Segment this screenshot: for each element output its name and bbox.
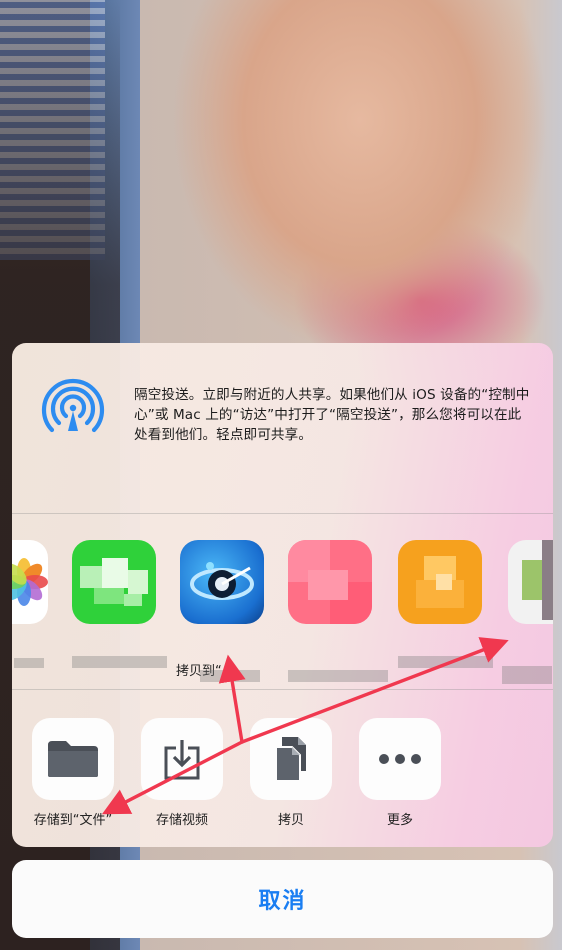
- cancel-button[interactable]: 取消: [12, 860, 553, 938]
- app-wechat[interactable]: [72, 540, 167, 668]
- more-button[interactable]: 更多: [359, 718, 441, 828]
- pink-app-icon: [288, 540, 372, 624]
- action-label: 存储视频: [155, 813, 208, 828]
- airdrop-section[interactable]: 隔空投送。立即与附近的人共享。如果他们从 iOS 设备的“控制中心”或 Mac …: [12, 343, 553, 513]
- airdrop-description: 隔空投送。立即与附近的人共享。如果他们从 iOS 设备的“控制中心”或 Mac …: [134, 387, 530, 443]
- share-sheet: 隔空投送。立即与附近的人共享。如果他们从 iOS 设备的“控制中心”或 Mac …: [12, 343, 553, 847]
- app-edge[interactable]: [502, 540, 553, 684]
- app-photos[interactable]: 享: [12, 540, 48, 668]
- action-label: 更多: [386, 813, 413, 828]
- app-orange[interactable]: [398, 540, 493, 668]
- airdrop-icon: [41, 378, 105, 433]
- blurred-label: [502, 666, 552, 684]
- photos-icon: [12, 540, 48, 624]
- blurred-label: [398, 656, 493, 668]
- app-qq-player[interactable]: 拷贝到“: [176, 540, 264, 682]
- action-row: 存储到“文件” 存储视频 拷贝 更多: [12, 690, 553, 847]
- action-label: 存储到“文件”: [33, 813, 113, 828]
- app-share-row: 享: [12, 514, 553, 689]
- blurred-label: [72, 656, 167, 668]
- action-label: 拷贝: [277, 813, 304, 828]
- save-to-files-button[interactable]: 存储到“文件”: [32, 718, 114, 828]
- app-pink[interactable]: [288, 540, 388, 682]
- blurred-label: [14, 658, 44, 668]
- copy-button[interactable]: 拷贝: [250, 718, 332, 828]
- orange-app-icon: [398, 540, 482, 624]
- blurred-label: [288, 670, 388, 682]
- save-video-icon: [141, 718, 223, 800]
- copy-icon: [250, 718, 332, 800]
- more-icon: [359, 718, 441, 800]
- qq-player-icon: [180, 540, 264, 624]
- blurred-label: [200, 670, 260, 682]
- wechat-icon: [72, 540, 156, 624]
- edge-app-icon: [508, 540, 553, 624]
- folder-icon: [32, 718, 114, 800]
- save-video-button[interactable]: 存储视频: [141, 718, 223, 828]
